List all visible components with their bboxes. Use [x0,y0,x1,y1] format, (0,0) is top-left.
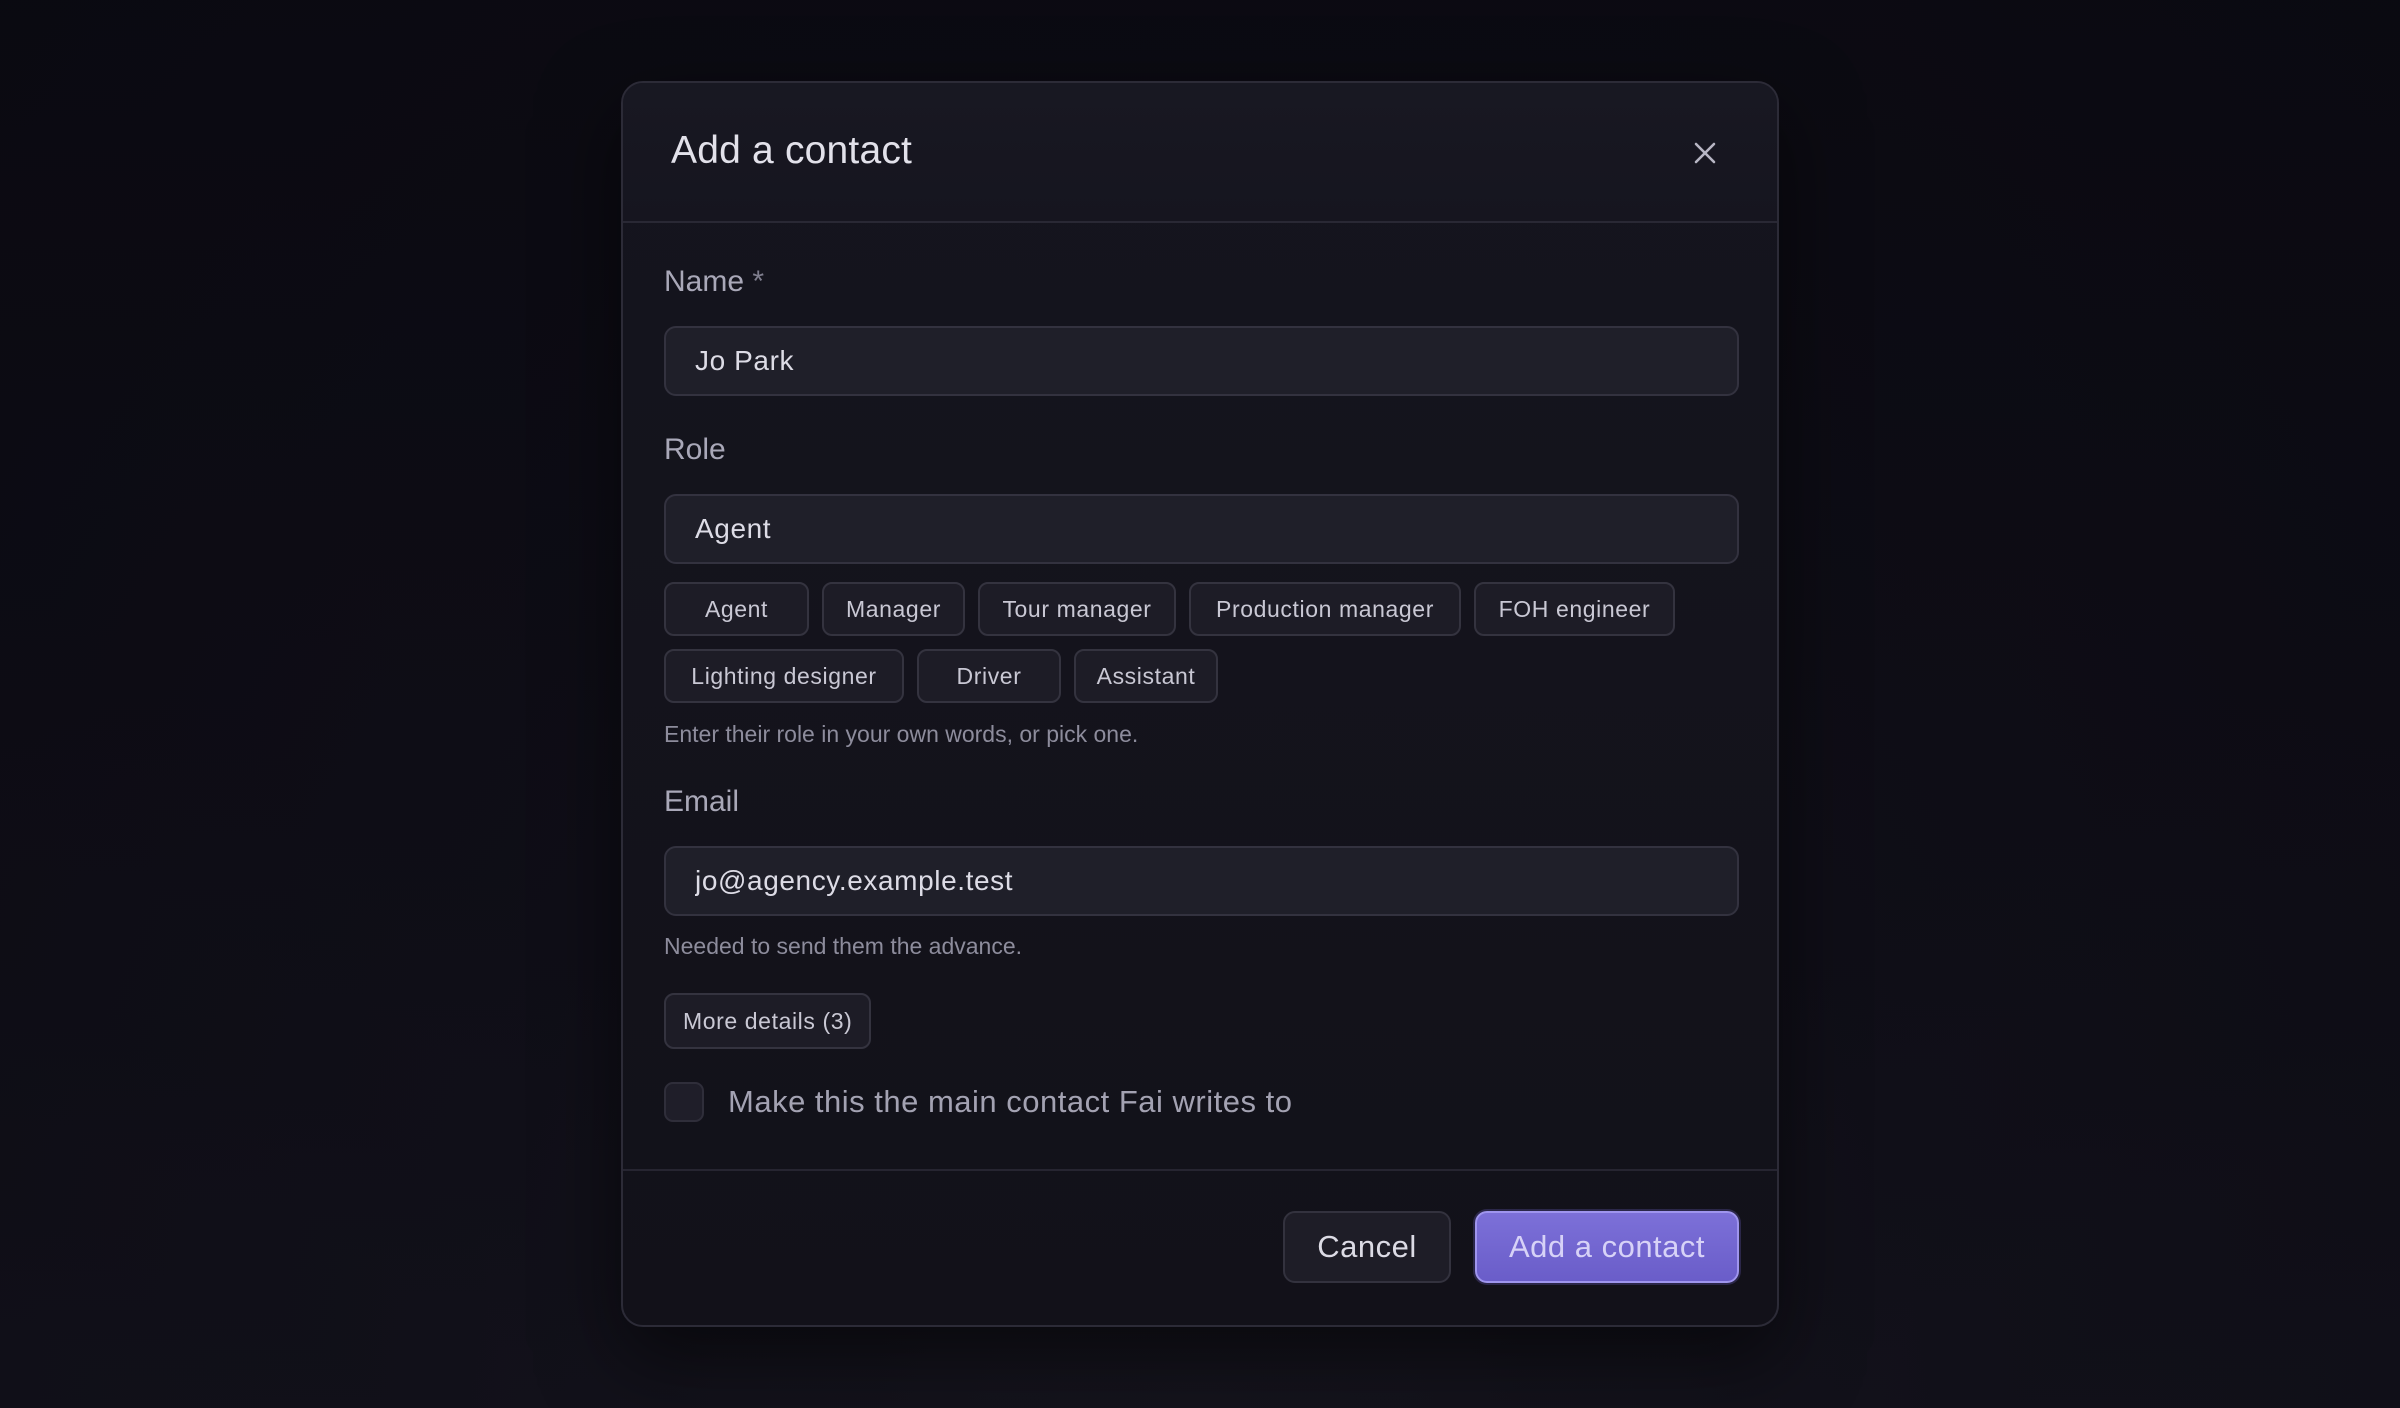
cancel-button[interactable]: Cancel [1283,1211,1451,1283]
main-contact-label: Make this the main contact Fai writes to [728,1084,1293,1119]
role-chip-foh-engineer[interactable]: FOH engineer [1474,582,1675,636]
email-label: Email [664,785,740,818]
role-chip-agent[interactable]: Agent [664,582,809,636]
role-label: Role [664,433,726,466]
dialog-title: Add a contact [671,129,913,172]
name-label: Name * [664,265,764,299]
close-button[interactable] [1681,129,1729,177]
role-hint: Enter their role in your own words, or p… [664,721,1139,747]
role-suggestions: Agent Manager Tour manager Production ma… [664,582,1744,716]
dialog-footer: Cancel Add a contact [623,1169,1777,1325]
add-contact-dialog: Add a contact Name * Role Agent Manager … [621,81,1779,1327]
role-input[interactable] [664,494,1739,564]
dialog-header: Add a contact [623,83,1777,223]
required-marker: * [752,265,765,298]
add-contact-button[interactable]: Add a contact [1475,1211,1739,1283]
email-hint: Needed to send them the advance. [664,933,1023,959]
name-label-text: Name [664,265,745,298]
role-chip-production-manager[interactable]: Production manager [1189,582,1461,636]
role-chip-manager[interactable]: Manager [822,582,965,636]
main-contact-option[interactable]: Make this the main contact Fai writes to [664,1082,1292,1122]
email-input[interactable] [664,846,1739,916]
more-details-button[interactable]: More details (3) [664,993,872,1049]
name-input[interactable] [664,326,1739,396]
role-chip-driver[interactable]: Driver [917,649,1061,703]
close-icon [1694,142,1716,164]
main-contact-checkbox[interactable] [664,1082,704,1122]
role-chip-assistant[interactable]: Assistant [1074,649,1218,703]
role-chip-lighting-designer[interactable]: Lighting designer [664,649,904,703]
role-chip-tour-manager[interactable]: Tour manager [978,582,1176,636]
